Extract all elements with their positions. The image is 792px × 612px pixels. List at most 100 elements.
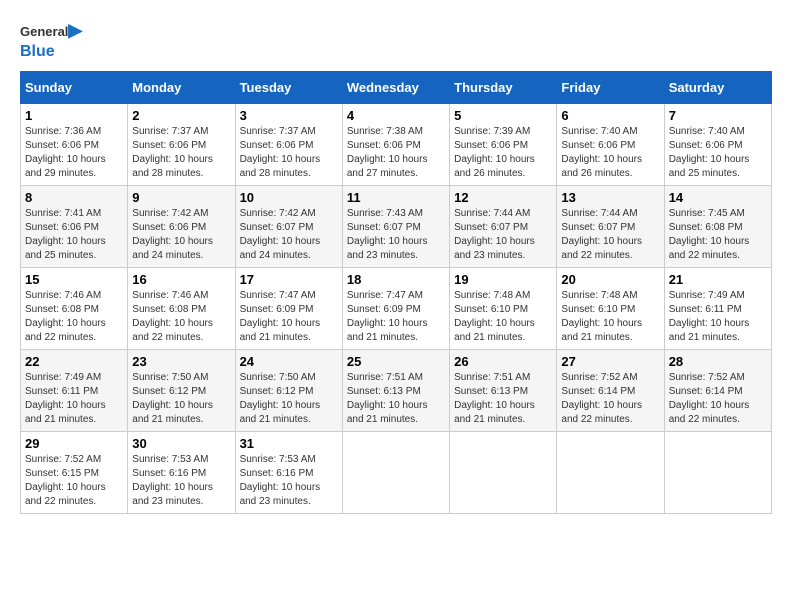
calendar-cell: 4 Sunrise: 7:38 AM Sunset: 6:06 PM Dayli… <box>342 103 449 185</box>
day-info: Sunrise: 7:44 AM Sunset: 6:07 PM Dayligh… <box>454 207 552 263</box>
day-info: Sunrise: 7:47 AM Sunset: 6:09 PM Dayligh… <box>240 289 338 345</box>
day-number: 12 <box>454 190 552 205</box>
calendar-cell: 23 Sunrise: 7:50 AM Sunset: 6:12 PM Dayl… <box>128 349 235 431</box>
day-number: 18 <box>347 272 445 287</box>
day-number: 27 <box>561 354 659 369</box>
day-info: Sunrise: 7:45 AM Sunset: 6:08 PM Dayligh… <box>669 207 767 263</box>
calendar-cell: 12 Sunrise: 7:44 AM Sunset: 6:07 PM Dayl… <box>450 185 557 267</box>
day-info: Sunrise: 7:44 AM Sunset: 6:07 PM Dayligh… <box>561 207 659 263</box>
day-info: Sunrise: 7:40 AM Sunset: 6:06 PM Dayligh… <box>561 125 659 181</box>
day-number: 20 <box>561 272 659 287</box>
day-info: Sunrise: 7:52 AM Sunset: 6:14 PM Dayligh… <box>669 371 767 427</box>
calendar-cell: 19 Sunrise: 7:48 AM Sunset: 6:10 PM Dayl… <box>450 267 557 349</box>
day-info: Sunrise: 7:42 AM Sunset: 6:06 PM Dayligh… <box>132 207 230 263</box>
calendar-cell: 9 Sunrise: 7:42 AM Sunset: 6:06 PM Dayli… <box>128 185 235 267</box>
calendar-cell: 25 Sunrise: 7:51 AM Sunset: 6:13 PM Dayl… <box>342 349 449 431</box>
day-info: Sunrise: 7:49 AM Sunset: 6:11 PM Dayligh… <box>25 371 123 427</box>
day-info: Sunrise: 7:40 AM Sunset: 6:06 PM Dayligh… <box>669 125 767 181</box>
day-info: Sunrise: 7:46 AM Sunset: 6:08 PM Dayligh… <box>132 289 230 345</box>
calendar-cell: 24 Sunrise: 7:50 AM Sunset: 6:12 PM Dayl… <box>235 349 342 431</box>
day-number: 11 <box>347 190 445 205</box>
day-number: 8 <box>25 190 123 205</box>
day-number: 2 <box>132 108 230 123</box>
calendar-cell: 22 Sunrise: 7:49 AM Sunset: 6:11 PM Dayl… <box>21 349 128 431</box>
day-number: 19 <box>454 272 552 287</box>
day-number: 30 <box>132 436 230 451</box>
day-number: 13 <box>561 190 659 205</box>
calendar-cell: 11 Sunrise: 7:43 AM Sunset: 6:07 PM Dayl… <box>342 185 449 267</box>
weekday-header-wednesday: Wednesday <box>342 71 449 103</box>
calendar-table: SundayMondayTuesdayWednesdayThursdayFrid… <box>20 71 772 514</box>
calendar-cell: 7 Sunrise: 7:40 AM Sunset: 6:06 PM Dayli… <box>664 103 771 185</box>
day-number: 1 <box>25 108 123 123</box>
day-info: Sunrise: 7:47 AM Sunset: 6:09 PM Dayligh… <box>347 289 445 345</box>
calendar-cell: 29 Sunrise: 7:52 AM Sunset: 6:15 PM Dayl… <box>21 431 128 513</box>
weekday-header-friday: Friday <box>557 71 664 103</box>
day-info: Sunrise: 7:37 AM Sunset: 6:06 PM Dayligh… <box>240 125 338 181</box>
calendar-cell: 6 Sunrise: 7:40 AM Sunset: 6:06 PM Dayli… <box>557 103 664 185</box>
calendar-cell <box>450 431 557 513</box>
day-info: Sunrise: 7:46 AM Sunset: 6:08 PM Dayligh… <box>25 289 123 345</box>
weekday-header-thursday: Thursday <box>450 71 557 103</box>
calendar-cell: 21 Sunrise: 7:49 AM Sunset: 6:11 PM Dayl… <box>664 267 771 349</box>
day-info: Sunrise: 7:43 AM Sunset: 6:07 PM Dayligh… <box>347 207 445 263</box>
weekday-header-tuesday: Tuesday <box>235 71 342 103</box>
weekday-header-sunday: Sunday <box>21 71 128 103</box>
day-info: Sunrise: 7:53 AM Sunset: 6:16 PM Dayligh… <box>240 453 338 509</box>
day-number: 28 <box>669 354 767 369</box>
day-number: 31 <box>240 436 338 451</box>
calendar-cell: 5 Sunrise: 7:39 AM Sunset: 6:06 PM Dayli… <box>450 103 557 185</box>
calendar-cell: 13 Sunrise: 7:44 AM Sunset: 6:07 PM Dayl… <box>557 185 664 267</box>
logo: General▶ Blue <box>20 20 82 61</box>
calendar-cell <box>342 431 449 513</box>
calendar-cell: 26 Sunrise: 7:51 AM Sunset: 6:13 PM Dayl… <box>450 349 557 431</box>
day-number: 6 <box>561 108 659 123</box>
calendar-cell <box>557 431 664 513</box>
weekday-header-monday: Monday <box>128 71 235 103</box>
calendar-cell: 15 Sunrise: 7:46 AM Sunset: 6:08 PM Dayl… <box>21 267 128 349</box>
day-number: 14 <box>669 190 767 205</box>
day-number: 29 <box>25 436 123 451</box>
day-number: 10 <box>240 190 338 205</box>
day-number: 3 <box>240 108 338 123</box>
day-info: Sunrise: 7:51 AM Sunset: 6:13 PM Dayligh… <box>454 371 552 427</box>
day-info: Sunrise: 7:42 AM Sunset: 6:07 PM Dayligh… <box>240 207 338 263</box>
calendar-cell: 1 Sunrise: 7:36 AM Sunset: 6:06 PM Dayli… <box>21 103 128 185</box>
calendar-cell: 31 Sunrise: 7:53 AM Sunset: 6:16 PM Dayl… <box>235 431 342 513</box>
day-info: Sunrise: 7:48 AM Sunset: 6:10 PM Dayligh… <box>561 289 659 345</box>
day-number: 17 <box>240 272 338 287</box>
calendar-cell: 18 Sunrise: 7:47 AM Sunset: 6:09 PM Dayl… <box>342 267 449 349</box>
day-info: Sunrise: 7:50 AM Sunset: 6:12 PM Dayligh… <box>132 371 230 427</box>
day-number: 4 <box>347 108 445 123</box>
day-number: 22 <box>25 354 123 369</box>
day-number: 23 <box>132 354 230 369</box>
calendar-cell: 16 Sunrise: 7:46 AM Sunset: 6:08 PM Dayl… <box>128 267 235 349</box>
calendar-cell: 17 Sunrise: 7:47 AM Sunset: 6:09 PM Dayl… <box>235 267 342 349</box>
day-info: Sunrise: 7:36 AM Sunset: 6:06 PM Dayligh… <box>25 125 123 181</box>
calendar-cell: 27 Sunrise: 7:52 AM Sunset: 6:14 PM Dayl… <box>557 349 664 431</box>
day-info: Sunrise: 7:49 AM Sunset: 6:11 PM Dayligh… <box>669 289 767 345</box>
day-number: 7 <box>669 108 767 123</box>
calendar-cell: 14 Sunrise: 7:45 AM Sunset: 6:08 PM Dayl… <box>664 185 771 267</box>
day-info: Sunrise: 7:39 AM Sunset: 6:06 PM Dayligh… <box>454 125 552 181</box>
day-number: 15 <box>25 272 123 287</box>
day-number: 21 <box>669 272 767 287</box>
calendar-cell: 8 Sunrise: 7:41 AM Sunset: 6:06 PM Dayli… <box>21 185 128 267</box>
calendar-cell <box>664 431 771 513</box>
day-info: Sunrise: 7:38 AM Sunset: 6:06 PM Dayligh… <box>347 125 445 181</box>
day-number: 16 <box>132 272 230 287</box>
calendar-cell: 28 Sunrise: 7:52 AM Sunset: 6:14 PM Dayl… <box>664 349 771 431</box>
page-header: General▶ Blue <box>20 20 772 61</box>
calendar-cell: 2 Sunrise: 7:37 AM Sunset: 6:06 PM Dayli… <box>128 103 235 185</box>
day-info: Sunrise: 7:50 AM Sunset: 6:12 PM Dayligh… <box>240 371 338 427</box>
day-number: 5 <box>454 108 552 123</box>
day-info: Sunrise: 7:52 AM Sunset: 6:15 PM Dayligh… <box>25 453 123 509</box>
day-info: Sunrise: 7:37 AM Sunset: 6:06 PM Dayligh… <box>132 125 230 181</box>
calendar-cell: 10 Sunrise: 7:42 AM Sunset: 6:07 PM Dayl… <box>235 185 342 267</box>
day-info: Sunrise: 7:53 AM Sunset: 6:16 PM Dayligh… <box>132 453 230 509</box>
weekday-header-saturday: Saturday <box>664 71 771 103</box>
calendar-cell: 3 Sunrise: 7:37 AM Sunset: 6:06 PM Dayli… <box>235 103 342 185</box>
calendar-cell: 30 Sunrise: 7:53 AM Sunset: 6:16 PM Dayl… <box>128 431 235 513</box>
day-info: Sunrise: 7:41 AM Sunset: 6:06 PM Dayligh… <box>25 207 123 263</box>
day-number: 25 <box>347 354 445 369</box>
